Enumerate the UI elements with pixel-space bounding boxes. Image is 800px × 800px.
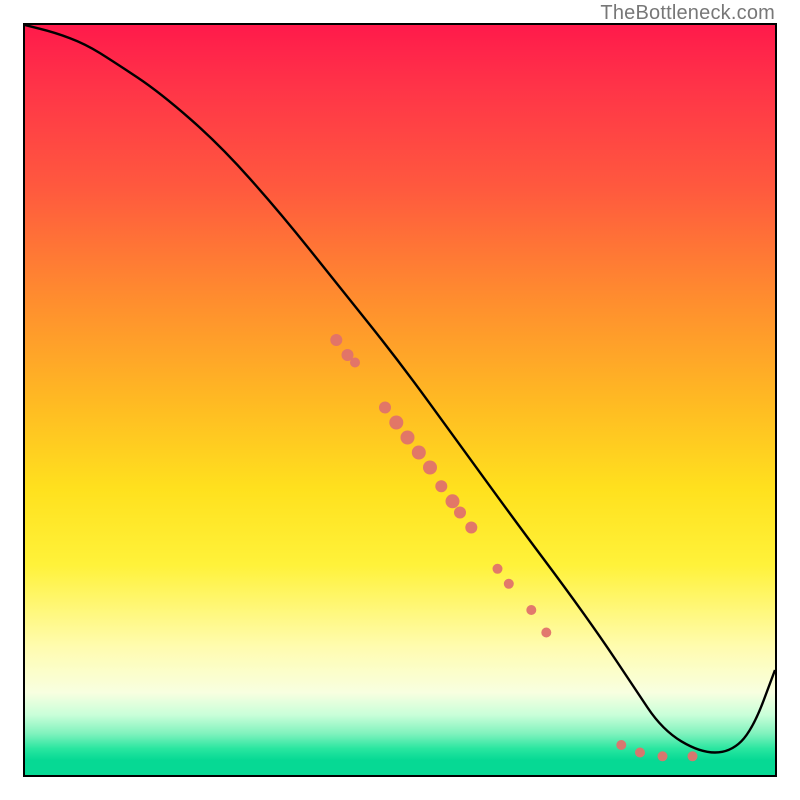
scatter-point bbox=[389, 416, 403, 430]
scatter-point bbox=[435, 480, 447, 492]
scatter-point bbox=[635, 748, 645, 758]
scatter-point bbox=[493, 564, 503, 574]
scatter-point bbox=[454, 507, 466, 519]
scatter-point bbox=[526, 605, 536, 615]
plot-area bbox=[23, 23, 777, 777]
scatter-point bbox=[350, 358, 360, 368]
scatter-point bbox=[330, 334, 342, 346]
branding-text: TheBottleneck.com bbox=[600, 2, 775, 25]
scatter-point bbox=[379, 402, 391, 414]
scatter-point bbox=[465, 522, 477, 534]
scatter-point bbox=[401, 431, 415, 445]
scatter-point bbox=[423, 461, 437, 475]
chart-svg bbox=[25, 25, 775, 775]
scatter-point bbox=[412, 446, 426, 460]
scatter-point bbox=[446, 494, 460, 508]
scatter-point bbox=[616, 740, 626, 750]
scatter-point bbox=[688, 751, 698, 761]
scatter-points bbox=[330, 334, 697, 761]
bottleneck-curve bbox=[25, 25, 775, 753]
scatter-point bbox=[658, 751, 668, 761]
scatter-point bbox=[541, 628, 551, 638]
scatter-point bbox=[504, 579, 514, 589]
chart-frame: TheBottleneck.com bbox=[0, 0, 800, 800]
